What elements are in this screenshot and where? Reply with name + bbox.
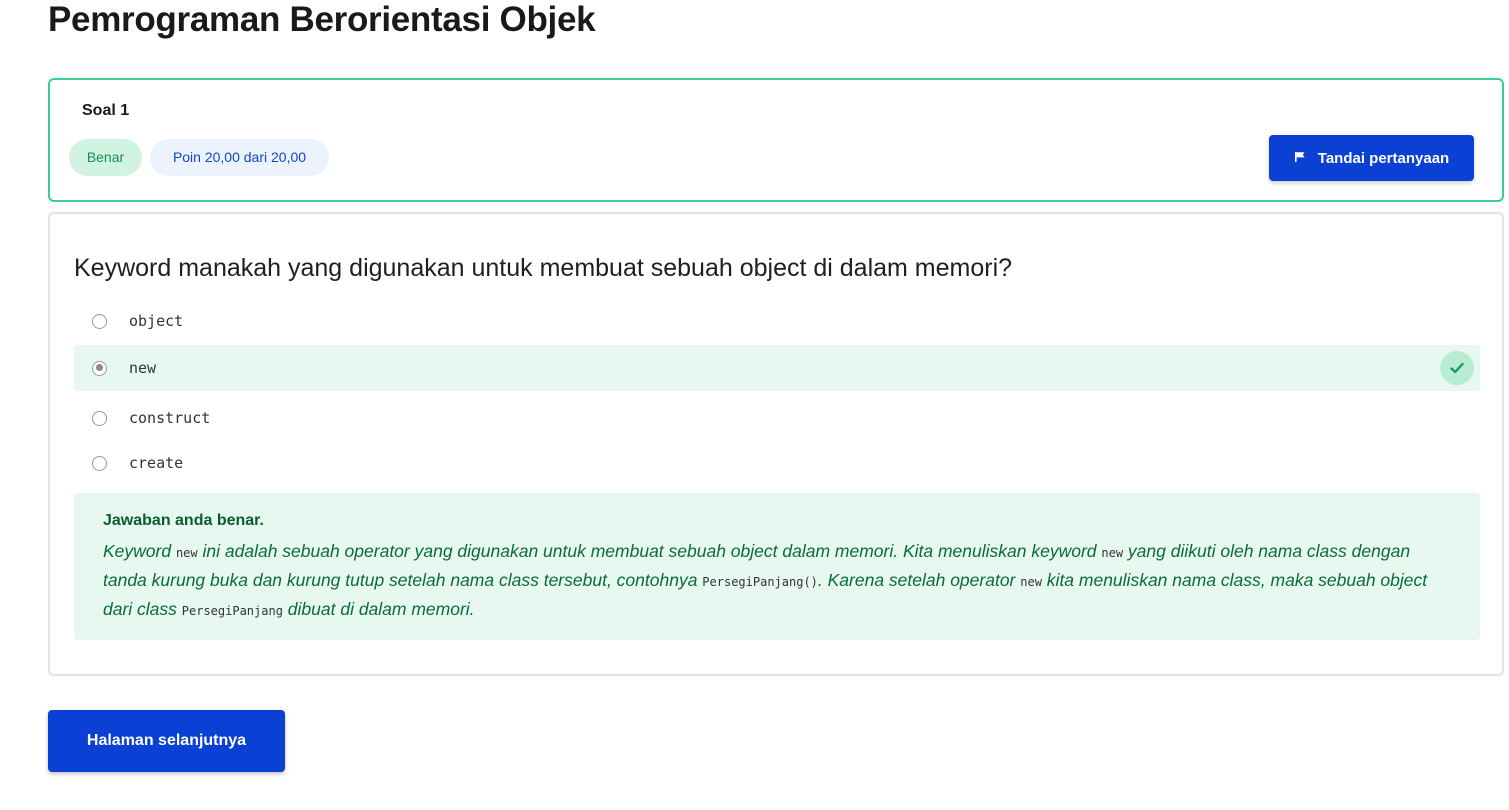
option-radio[interactable] bbox=[92, 410, 107, 426]
code-snippet: new bbox=[1101, 546, 1124, 560]
feedback-text: ini adalah sebuah operator yang digunaka… bbox=[197, 541, 1102, 561]
feedback-body: Keyword new ini adalah sebuah operator y… bbox=[103, 538, 1451, 625]
feedback-text: dibuat di dalam memori. bbox=[282, 599, 475, 619]
feedback-box: Jawaban anda benar. Keyword new ini adal… bbox=[74, 493, 1480, 640]
option-label: create bbox=[129, 454, 184, 472]
flag-question-label: Tandai pertanyaan bbox=[1317, 149, 1450, 167]
option-object[interactable]: object bbox=[74, 298, 1480, 344]
status-badge: Benar bbox=[69, 139, 142, 176]
next-page-button[interactable]: Halaman selanjutnya bbox=[48, 710, 285, 772]
feedback-text: Keyword bbox=[103, 541, 176, 561]
option-label: object bbox=[129, 312, 184, 330]
question-number: Soal 1 bbox=[82, 102, 130, 119]
option-radio[interactable] bbox=[92, 455, 107, 471]
question-text: Keyword manakah yang digunakan untuk mem… bbox=[74, 254, 1013, 282]
option-new[interactable]: new bbox=[74, 345, 1480, 391]
check-icon bbox=[1440, 351, 1474, 385]
code-snippet: new bbox=[175, 546, 198, 560]
feedback-text: . Karena setelah operator bbox=[817, 570, 1021, 590]
code-snippet: PersegiPanjang bbox=[181, 604, 283, 618]
flag-icon bbox=[1294, 150, 1306, 167]
question-card: Keyword manakah yang digunakan untuk mem… bbox=[48, 212, 1504, 676]
code-snippet: new bbox=[1020, 575, 1042, 589]
option-radio[interactable] bbox=[92, 360, 107, 376]
page-title: Pemrograman Berorientasi Objek bbox=[48, 0, 596, 39]
option-create[interactable]: create bbox=[74, 440, 1480, 486]
option-label: construct bbox=[129, 409, 211, 427]
points-badge: Poin 20,00 dari 20,00 bbox=[150, 139, 329, 176]
option-label: new bbox=[129, 359, 157, 377]
option-radio[interactable] bbox=[92, 313, 107, 329]
feedback-title: Jawaban anda benar. bbox=[103, 512, 264, 529]
question-header-card: Soal 1 Benar Poin 20,00 dari 20,00 Tanda… bbox=[48, 78, 1504, 202]
option-construct[interactable]: construct bbox=[74, 395, 1480, 441]
code-snippet: PersegiPanjang() bbox=[702, 575, 818, 589]
flag-question-button[interactable]: Tandai pertanyaan bbox=[1269, 135, 1474, 181]
